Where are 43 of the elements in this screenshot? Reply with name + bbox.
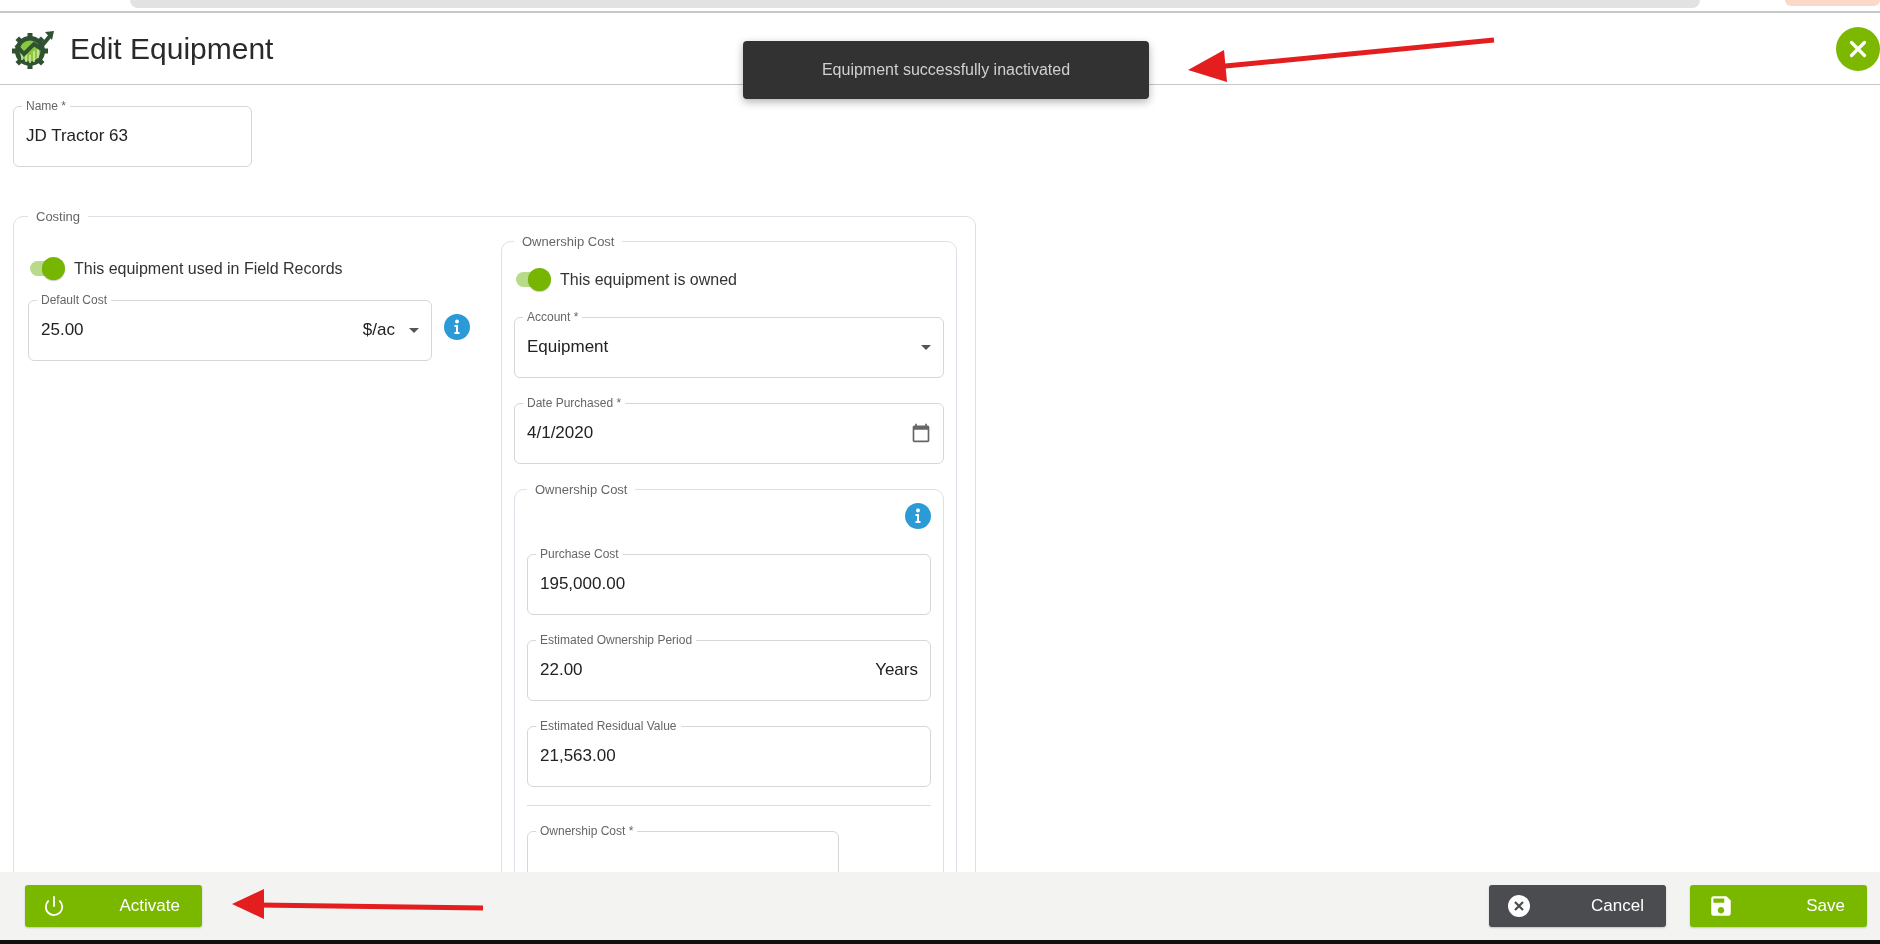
field-label: Estimated Residual Value xyxy=(539,719,678,733)
field-value: 4/1/2020 xyxy=(527,423,594,443)
toggle-switch[interactable] xyxy=(28,256,66,281)
toggle-label: This equipment is owned xyxy=(560,270,737,289)
default-cost-field[interactable]: Default Cost 25.00 $/ac xyxy=(28,293,432,361)
unit-label: Years xyxy=(875,660,918,680)
toast-notification: Equipment successfully inactivated xyxy=(743,41,1149,99)
page-title: Edit Equipment xyxy=(70,31,274,66)
power-icon xyxy=(43,895,65,917)
close-icon xyxy=(1507,894,1531,918)
panel-legend: Costing xyxy=(28,209,89,224)
field-label: Purchase Cost xyxy=(539,547,620,561)
field-label: Default Cost xyxy=(40,293,109,307)
field-value: 22.00 xyxy=(540,660,583,680)
field-label: Date Purchased * xyxy=(526,396,623,410)
close-button[interactable] xyxy=(1836,26,1880,71)
logo-icon xyxy=(10,28,56,69)
unit-label: $/ac xyxy=(362,320,395,340)
date-field[interactable]: Date Purchased * 4/1/2020 xyxy=(514,396,944,464)
panel-legend: Ownership Cost xyxy=(514,234,623,249)
field-label: Ownership Cost * xyxy=(539,824,635,838)
field-label: Estimated Ownership Period xyxy=(539,633,694,647)
input-field[interactable]: Purchase Cost 195,000.00 xyxy=(527,547,931,615)
field-value: JD Tractor 63 xyxy=(26,126,129,146)
cancel-button[interactable]: Cancel xyxy=(1489,885,1666,927)
field-value: Equipment xyxy=(527,337,609,357)
name-field[interactable]: Name * JD Tractor 63 xyxy=(13,99,252,167)
panel-legend: Ownership Cost xyxy=(527,482,636,497)
dropdown-caret-icon xyxy=(921,344,931,350)
input-field[interactable]: Estimated Residual Value 21,563.00 xyxy=(527,719,931,787)
field-label: Account * xyxy=(526,310,580,324)
field-value: 195,000.00 xyxy=(540,574,626,594)
info-icon[interactable] xyxy=(444,314,470,340)
toggle-switch[interactable] xyxy=(514,267,552,292)
calendar-icon[interactable] xyxy=(911,423,931,443)
account-dropdown[interactable]: Account * Equipment xyxy=(514,310,944,378)
info-icon[interactable] xyxy=(905,503,931,529)
field-value: 21,563.00 xyxy=(540,746,616,766)
dropdown-caret-icon xyxy=(409,327,419,333)
field-value: 25.00 xyxy=(41,320,84,340)
toggle-label: This equipment used in Field Records xyxy=(74,259,343,278)
field-label: Name * xyxy=(25,99,67,113)
input-field[interactable]: Estimated Ownership Period 22.00 Years xyxy=(527,633,931,701)
